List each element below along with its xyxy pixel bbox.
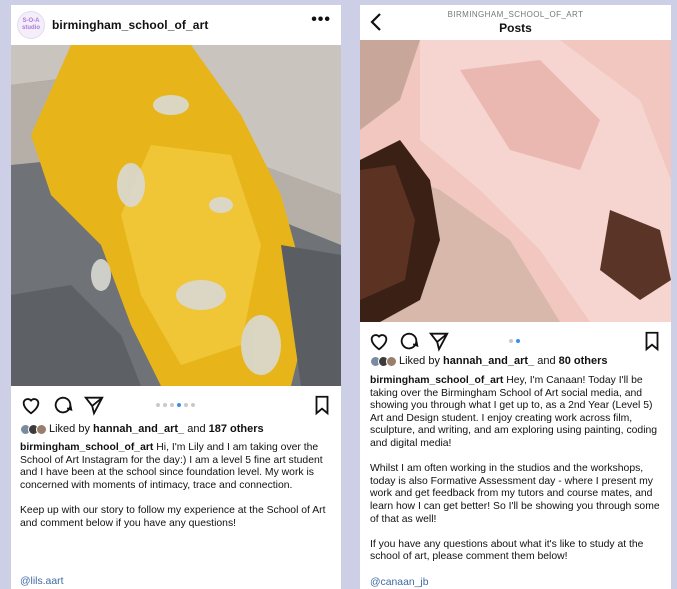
bookmark-icon[interactable] bbox=[311, 394, 333, 416]
posts-header: BIRMINGHAM_SCHOOL_OF_ART Posts bbox=[360, 5, 671, 40]
caption-text: Hey, I'm Canaan! Today I'll be taking ov… bbox=[370, 375, 660, 563]
share-icon[interactable] bbox=[83, 394, 105, 416]
post-caption: birmingham_school_of_art Hey, I'm Canaan… bbox=[370, 375, 665, 564]
bookmark-icon[interactable] bbox=[641, 330, 663, 352]
likes-summary[interactable]: Liked by hannah_and_art_ and 187 others bbox=[20, 423, 264, 435]
mention-link[interactable]: @canaan_jb bbox=[370, 577, 429, 588]
portrait-photo bbox=[360, 40, 671, 322]
heart-icon[interactable] bbox=[368, 330, 390, 352]
caption-username[interactable]: birmingham_school_of_art bbox=[20, 442, 153, 453]
comment-icon[interactable] bbox=[398, 330, 420, 352]
carousel-dot bbox=[509, 339, 513, 343]
header-account-name: BIRMINGHAM_SCHOOL_OF_ART bbox=[447, 10, 584, 19]
post-image[interactable] bbox=[11, 45, 341, 386]
carousel-indicator bbox=[509, 339, 520, 343]
liker-username[interactable]: hannah_and_art_ bbox=[443, 355, 534, 367]
carousel-dot bbox=[156, 403, 160, 407]
comment-icon[interactable] bbox=[52, 394, 74, 416]
caption-text: Hi, I'm Lily and I am taking over the Sc… bbox=[20, 442, 326, 529]
likes-prefix: Liked by bbox=[399, 355, 440, 367]
post-caption: birmingham_school_of_art Hi, I'm Lily an… bbox=[20, 442, 333, 530]
likes-summary[interactable]: Liked by hannah_and_art_ and 80 others bbox=[370, 355, 608, 367]
liker-username[interactable]: hannah_and_art_ bbox=[93, 423, 184, 435]
post-image[interactable] bbox=[360, 40, 671, 322]
likes-count[interactable]: 187 others bbox=[209, 423, 264, 435]
post-header: S-O-A studio birmingham_school_of_art ••… bbox=[11, 5, 341, 45]
post-action-bar bbox=[11, 390, 341, 420]
profile-avatar[interactable]: S-O-A studio bbox=[17, 11, 45, 39]
likes-prefix: Liked by bbox=[49, 423, 90, 435]
mention-link[interactable]: @lils.aart bbox=[20, 576, 63, 587]
liker-avatars bbox=[370, 355, 397, 367]
liker-avatars bbox=[20, 423, 47, 435]
caption-username[interactable]: birmingham_school_of_art bbox=[370, 375, 503, 386]
post-username[interactable]: birmingham_school_of_art bbox=[52, 18, 208, 32]
carousel-dot bbox=[184, 403, 188, 407]
carousel-dot bbox=[163, 403, 167, 407]
post-action-bar bbox=[360, 326, 671, 356]
more-horizontal-icon[interactable]: ••• bbox=[311, 11, 331, 29]
artwork-photo bbox=[11, 45, 341, 386]
carousel-dot bbox=[177, 403, 181, 407]
likes-count[interactable]: 80 others bbox=[559, 355, 608, 367]
header-title: Posts bbox=[499, 21, 532, 35]
share-icon[interactable] bbox=[428, 330, 450, 352]
carousel-dot bbox=[170, 403, 174, 407]
heart-icon[interactable] bbox=[20, 394, 42, 416]
likes-and: and bbox=[187, 423, 206, 435]
post-card-left: S-O-A studio birmingham_school_of_art ••… bbox=[11, 5, 341, 589]
post-card-right: BIRMINGHAM_SCHOOL_OF_ART Posts Liked by … bbox=[360, 5, 671, 589]
carousel-dot bbox=[191, 403, 195, 407]
carousel-dot bbox=[516, 339, 520, 343]
carousel-indicator bbox=[156, 403, 195, 407]
likes-and: and bbox=[537, 355, 556, 367]
